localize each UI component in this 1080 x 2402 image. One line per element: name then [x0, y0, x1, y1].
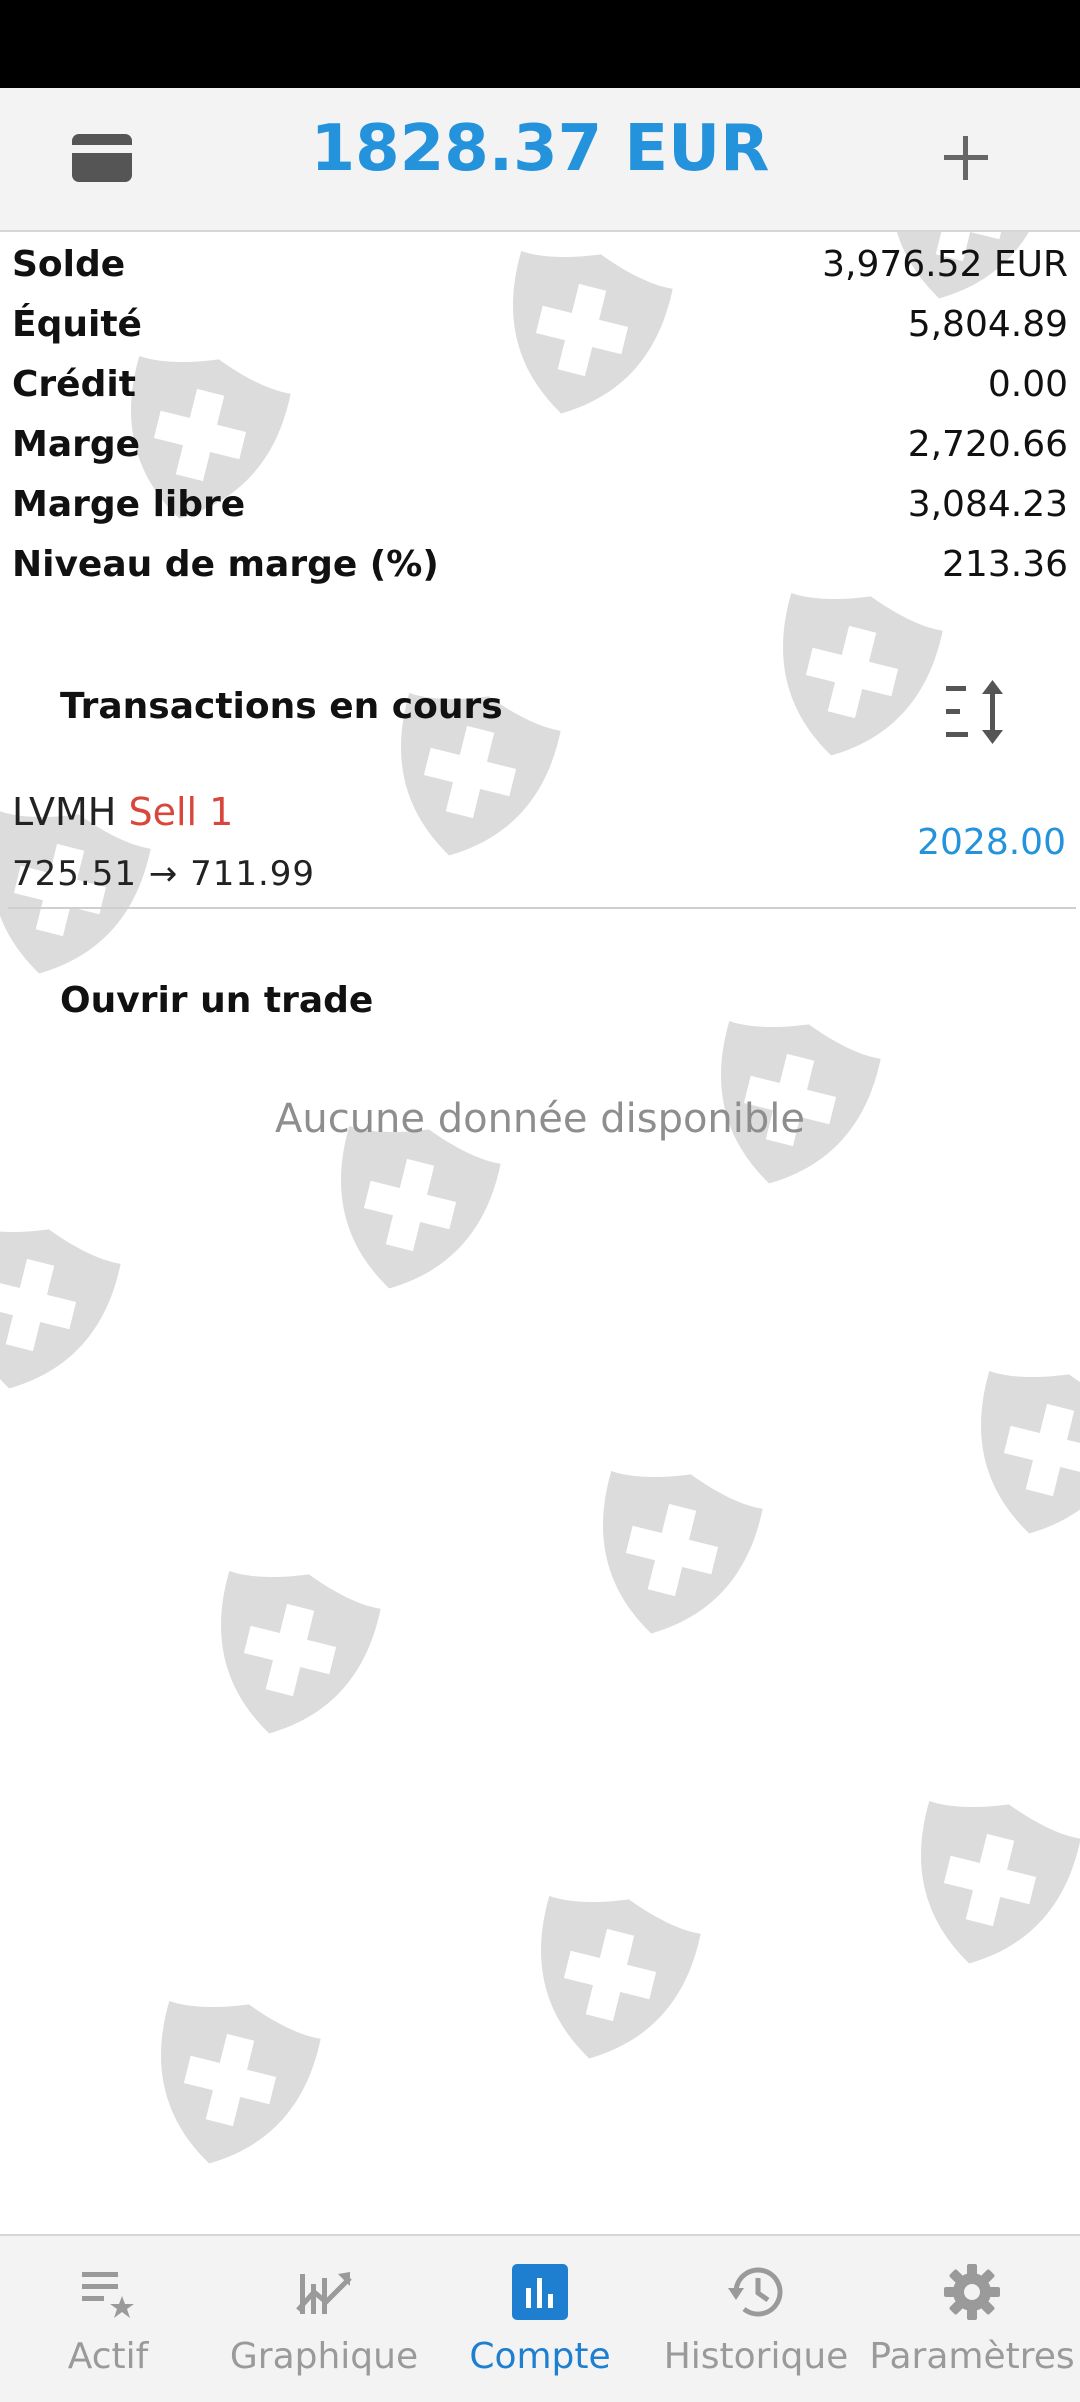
nav-item-actif[interactable]: Actif	[0, 2236, 216, 2402]
account-summary: Solde 3,976.52 EUR Équité 5,804.89 Crédi…	[12, 234, 1068, 594]
nav-item-graphique[interactable]: Graphique	[216, 2236, 432, 2402]
open-trade-heading: Ouvrir un trade	[60, 980, 374, 1021]
empty-state-message: Aucune donnée disponible	[274, 1096, 806, 1142]
history-icon	[728, 2267, 783, 2317]
open-trade-row[interactable]: LVMH Sell 1 725.51 → 711.99 2028.00	[0, 780, 1080, 908]
nav-item-compte[interactable]: Compte	[432, 2236, 648, 2402]
status-bar	[0, 0, 1080, 88]
summary-label: Marge libre	[12, 483, 246, 525]
gear-icon	[944, 2264, 1000, 2320]
summary-value: 3,976.52 EUR	[822, 243, 1068, 285]
sort-icon[interactable]	[944, 680, 1010, 744]
summary-value: 2,720.66	[907, 423, 1068, 465]
summary-row-credit: Crédit 0.00	[12, 354, 1068, 414]
trade-symbol: LVMH	[12, 790, 117, 834]
summary-label: Crédit	[12, 363, 136, 405]
open-trades-heading: Transactions en cours	[60, 686, 503, 727]
chart-icon	[296, 2272, 352, 2314]
summary-row-equite: Équité 5,804.89	[12, 294, 1068, 354]
summary-label: Niveau de marge (%)	[12, 543, 439, 585]
divider	[8, 907, 1076, 909]
summary-row-marge-libre: Marge libre 3,084.23	[12, 474, 1068, 534]
summary-label: Solde	[12, 243, 126, 285]
summary-row-niveau-marge: Niveau de marge (%) 213.36	[12, 534, 1068, 594]
trade-side: Sell 1	[128, 790, 234, 834]
trade-profit: 2028.00	[917, 822, 1066, 863]
nav-label: Paramètres	[869, 2336, 1075, 2377]
nav-item-historique[interactable]: Historique	[648, 2236, 864, 2402]
summary-value: 213.36	[942, 543, 1068, 585]
plus-icon[interactable]	[940, 132, 992, 184]
account-equity-title: 1828.37 EUR	[310, 112, 770, 186]
summary-value: 0.00	[987, 363, 1068, 405]
bottom-navigation: Actif Graphique Compte Historique Paramè…	[0, 2234, 1080, 2402]
app-header: 1828.37 EUR	[0, 88, 1080, 232]
summary-value: 3,084.23	[907, 483, 1068, 525]
summary-label: Équité	[12, 303, 142, 345]
bar-chart-icon	[512, 2264, 568, 2320]
trade-prices: 725.51 → 711.99	[12, 854, 316, 894]
star-list-icon	[82, 2272, 134, 2318]
summary-value: 5,804.89	[907, 303, 1068, 345]
summary-row-marge: Marge 2,720.66	[12, 414, 1068, 474]
nav-item-parametres[interactable]: Paramètres	[864, 2236, 1080, 2402]
trade-title: LVMH Sell 1	[12, 790, 233, 834]
summary-label: Marge	[12, 423, 141, 465]
summary-row-solde: Solde 3,976.52 EUR	[12, 234, 1068, 294]
